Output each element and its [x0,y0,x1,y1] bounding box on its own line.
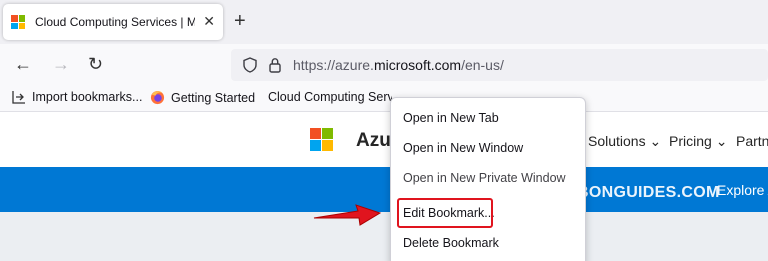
bookmark-label: Cloud Computing Services | Microsoft Azu… [268,90,392,104]
new-tab-button[interactable]: + [234,10,246,32]
tracking-protection-shield-icon[interactable] [243,57,257,73]
bookmark-label: Getting Started [171,90,256,105]
menu-item-open-new-tab[interactable]: Open in New Tab [395,104,581,132]
forward-button[interactable]: → [52,54,70,74]
firefox-icon [150,90,165,105]
nav-pricing[interactable]: Pricing ⌄ [669,133,727,150]
bookmark-label: Import bookmarks... [32,90,143,104]
nav-solutions[interactable]: Solutions ⌄ [588,133,661,150]
import-icon [12,91,25,104]
bookmarks-toolbar: Import bookmarks... Getting Started Clou… [0,86,768,112]
menu-item-edit-bookmark[interactable]: Edit Bookmark... [397,198,495,228]
tab-title: Cloud Computing Services | Microsoft Azu… [35,15,195,29]
menu-item-open-private-window[interactable]: Open in New Private Window [395,164,581,192]
lock-icon[interactable] [269,57,281,73]
nav-partners[interactable]: Partners [736,133,768,149]
red-arrow-icon [313,204,382,226]
bookmark-getting-started[interactable]: Getting Started [150,90,255,105]
back-button[interactable]: ← [14,54,32,74]
url-bar[interactable]: https://azure.microsoft.com/en-us/ [231,49,768,81]
close-tab-icon[interactable]: ✕ [203,13,215,30]
navigation-toolbar: ← → ↻ https://azure.microsoft.com/en-us/ [0,44,768,86]
bookmark-context-menu: Open in New Tab Open in New Window Open … [390,97,586,261]
menu-item-delete-bookmark[interactable]: Delete Bookmark [395,229,581,257]
microsoft-logo-icon[interactable] [310,128,333,151]
microsoft-logo-icon [11,15,25,29]
chevron-down-icon: ⌄ [649,133,662,149]
menu-item-open-new-window[interactable]: Open in New Window [395,134,581,162]
bookmark-azure[interactable]: Cloud Computing Services | Microsoft Azu… [262,90,392,104]
watermark-text: BONGUIDES.COM [577,184,720,201]
browser-tab[interactable]: Cloud Computing Services | Microsoft Azu… [3,4,223,40]
hero-area [0,212,768,261]
chevron-down-icon: ⌄ [715,133,728,149]
url-text[interactable]: https://azure.microsoft.com/en-us/ [293,57,504,73]
bookmark-import[interactable]: Import bookmarks... [12,90,142,104]
tab-strip: Cloud Computing Services | Microsoft Azu… [0,0,768,44]
reload-button[interactable]: ↻ [88,54,103,74]
